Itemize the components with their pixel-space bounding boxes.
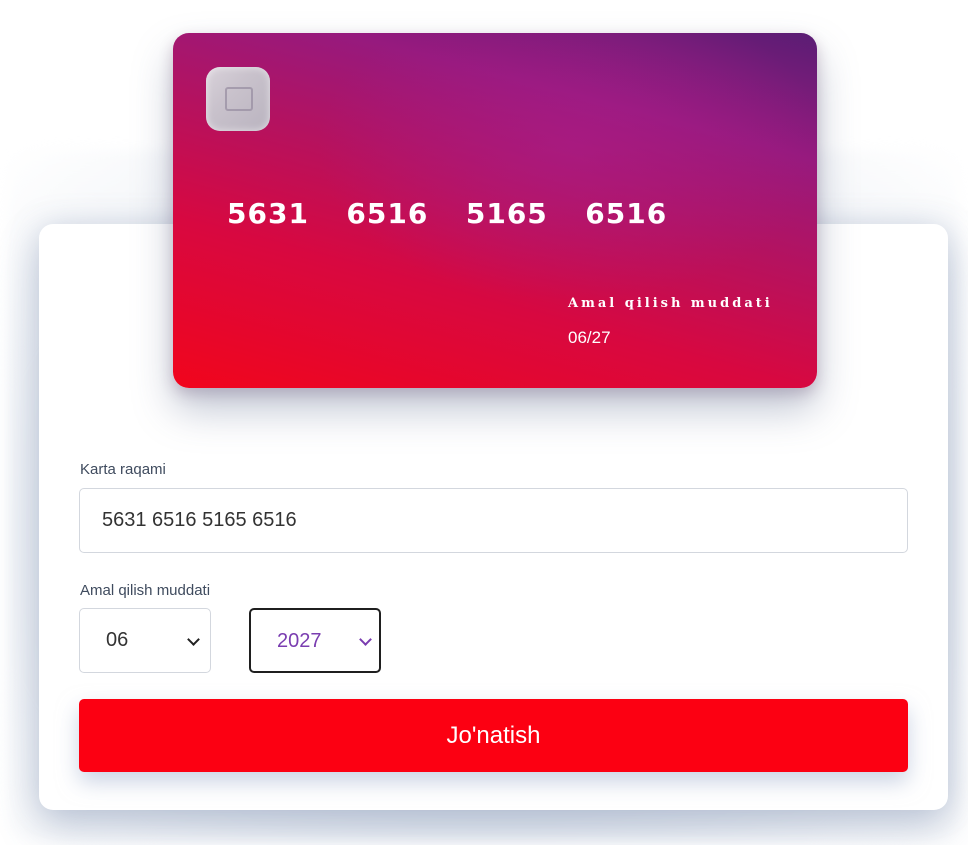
expiry-year-value: 2027 [277,630,322,652]
card-expiry-value: 06/27 [568,328,611,347]
card-number-display: 5631 6516 5165 6516 [227,197,668,230]
card-chip-icon [206,67,270,131]
expiry-month-value: 06 [106,629,129,651]
card-number-input[interactable] [79,488,908,553]
credit-card-preview: 5631 6516 5165 6516 Amal qilish muddati … [173,33,817,388]
card-number-label: Karta raqami [80,461,166,478]
chevron-down-icon [359,633,372,646]
chevron-down-icon [187,633,200,646]
chip-contact-pad [225,87,253,111]
expiry-month-select[interactable]: 06 [79,608,211,673]
card-expiry-label: Amal qilish muddati [568,296,773,311]
expiry-year-select[interactable]: 2027 [249,608,381,673]
expiry-date-label: Amal qilish muddati [80,582,211,599]
submit-button[interactable]: Jo'natish [79,699,908,772]
